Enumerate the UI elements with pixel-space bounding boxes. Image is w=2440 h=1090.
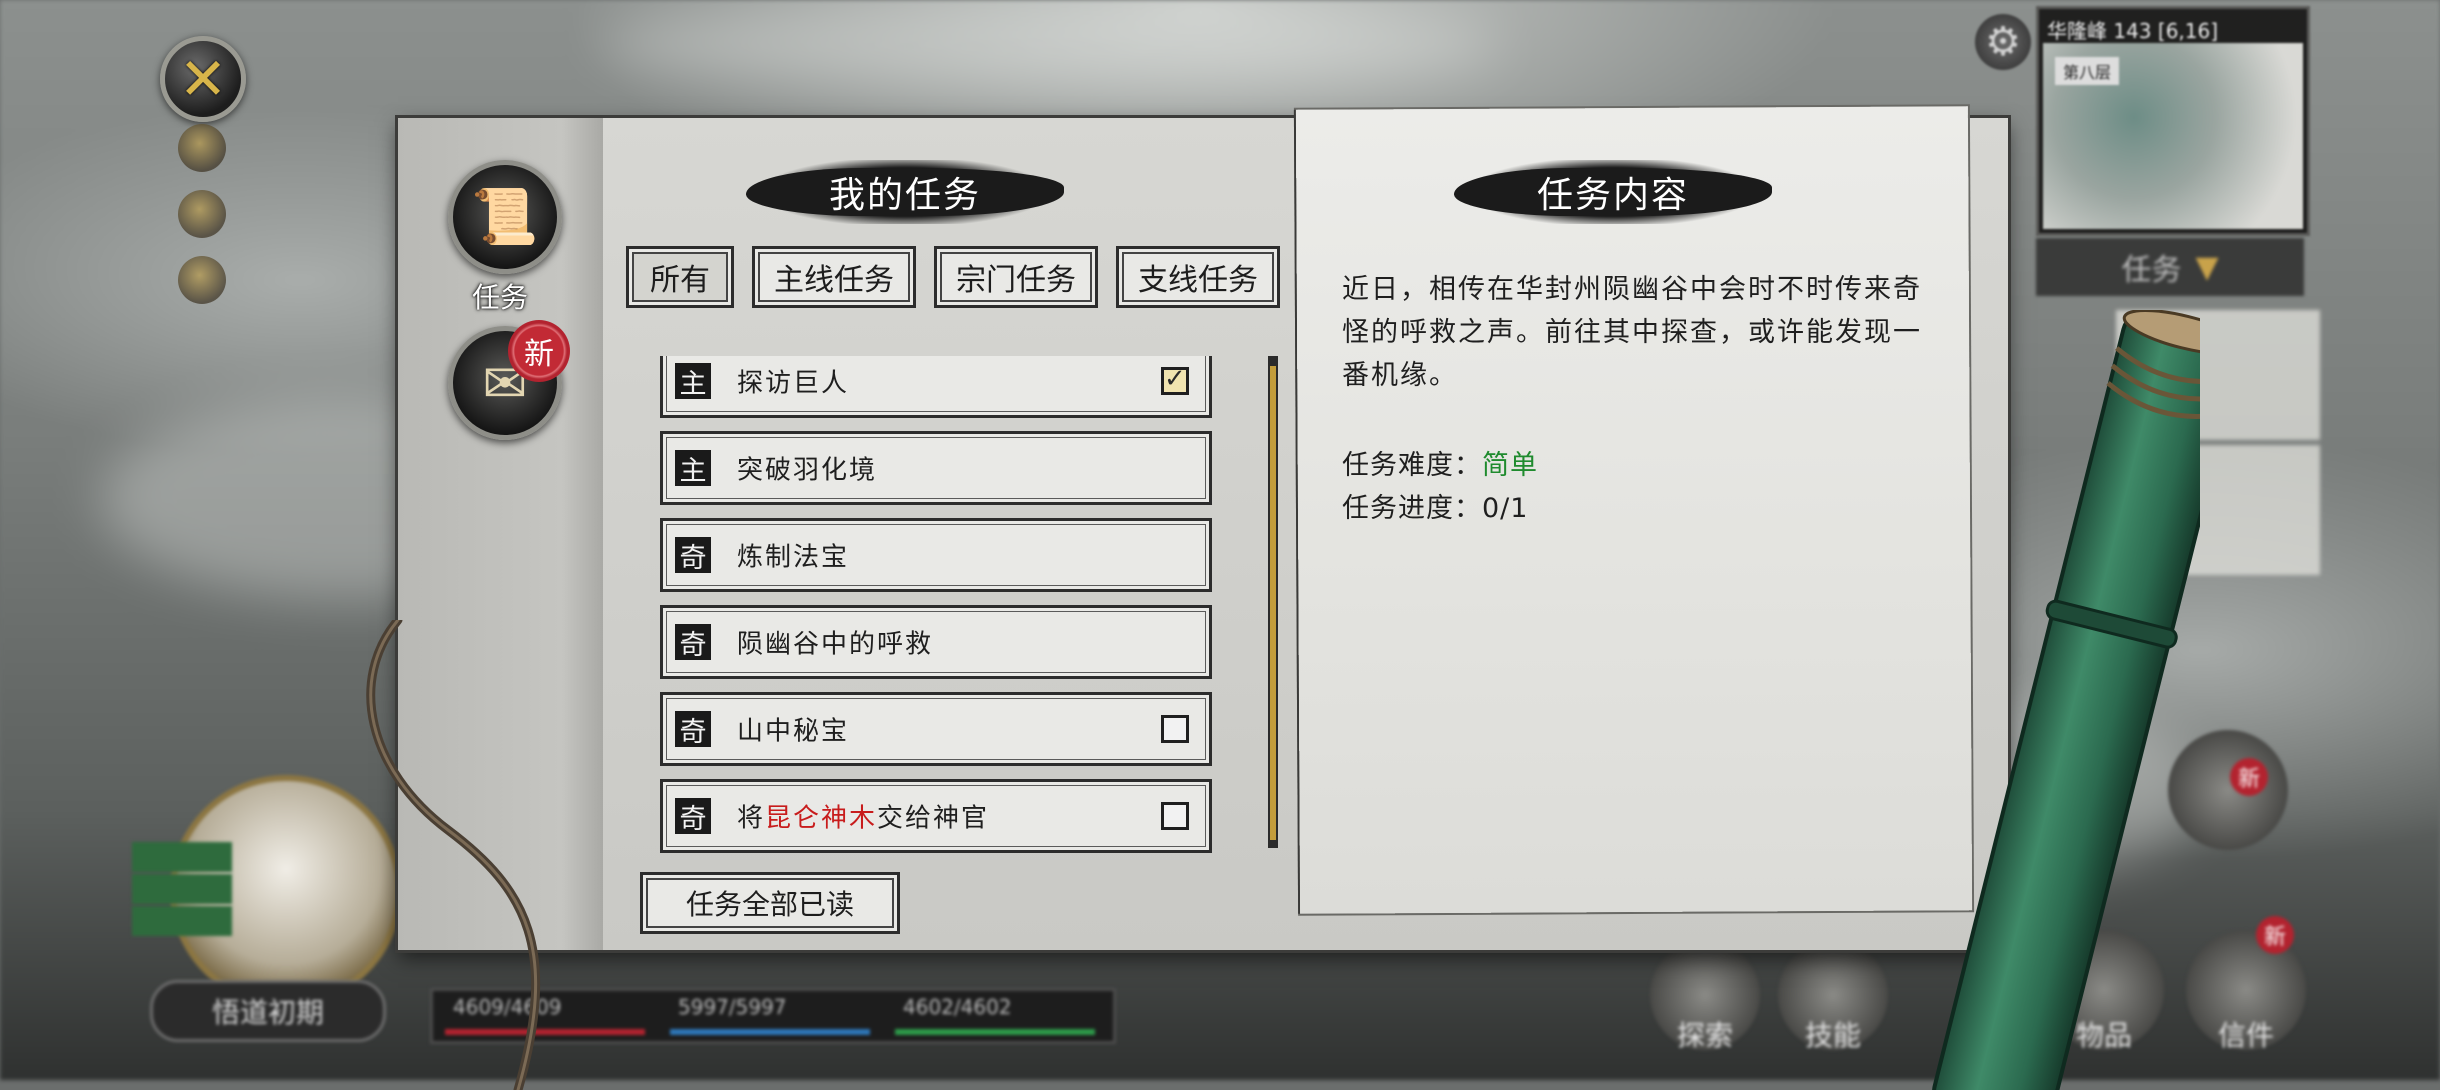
mp-bar xyxy=(670,1029,870,1035)
minimap-location: 华隆峰 143 [6,16] xyxy=(2047,19,2219,43)
explore-button-label: 探索 xyxy=(1676,1019,1733,1052)
progress-value: 0/1 xyxy=(1482,493,1529,524)
quest-detail-title-text: 任务内容 xyxy=(1536,175,1689,216)
quest-type-badge: 奇 xyxy=(675,711,711,748)
quest-list[interactable]: 主 探访巨人 主 突破羽化境 奇 炼制法宝 奇 陨幽谷中的呼救 奇 山中秘宝 奇… xyxy=(660,356,1212,856)
difficulty-label: 任务难度： xyxy=(1342,450,1482,481)
quest-track-checkbox[interactable] xyxy=(1161,715,1189,743)
difficulty-value: 简单 xyxy=(1482,450,1538,481)
nav-task-label: 任务 xyxy=(471,281,528,314)
tab-side-quests[interactable]: 支线任务 xyxy=(1116,246,1280,308)
close-button[interactable]: ✕ xyxy=(160,36,246,122)
quest-type-badge: 主 xyxy=(675,450,711,487)
quest-list-scroll-thumb[interactable] xyxy=(1270,366,1276,840)
hp-bar xyxy=(445,1029,645,1035)
hud-quest-card[interactable] xyxy=(2116,310,2320,440)
tab-sect-quests[interactable]: 宗门任务 xyxy=(934,246,1098,308)
new-badge: 新 xyxy=(2256,916,2294,954)
quest-name: 山中秘宝 xyxy=(737,716,850,747)
side-orb-icon xyxy=(178,124,226,172)
my-tasks-title-text: 我的任务 xyxy=(828,175,981,216)
mark-all-read-button[interactable]: 任务全部已读 xyxy=(640,872,900,934)
hud-orb-button[interactable] xyxy=(2168,730,2288,850)
quest-row[interactable]: 奇 陨幽谷中的呼救 xyxy=(660,605,1212,679)
status-bars: 4609/4609 5997/5997 4602/4602 xyxy=(430,988,1116,1044)
realm-button[interactable]: 悟道初期 xyxy=(150,980,386,1042)
minimap-floor-tag: 第八层 xyxy=(2055,57,2120,85)
side-orb-icon xyxy=(178,256,226,304)
nav-task-button[interactable]: 📜 xyxy=(448,160,562,274)
quest-row[interactable]: 主 探访巨人 xyxy=(660,356,1212,418)
stamina-bar xyxy=(895,1029,1095,1035)
quest-progress: 任务进度：0/1 xyxy=(1342,486,1528,525)
quest-row[interactable]: 主 突破羽化境 xyxy=(660,431,1212,505)
settings-gear-icon[interactable]: ⚙ xyxy=(1975,14,2031,70)
quest-type-badge: 奇 xyxy=(675,798,711,835)
new-badge: 新 xyxy=(2230,758,2268,796)
quest-name: 突破羽化境 xyxy=(737,455,878,486)
realm-label: 悟道初期 xyxy=(211,996,324,1029)
items-button-label: 物品 xyxy=(2075,1019,2132,1052)
quest-name: 探访巨人 xyxy=(737,368,850,399)
skill-button[interactable]: 技能 xyxy=(1778,940,1888,1052)
buff-tag xyxy=(132,874,232,904)
quest-name: 炼制法宝 xyxy=(737,542,850,573)
quest-type-badge: 主 xyxy=(675,363,711,400)
quest-name: 陨幽谷中的呼救 xyxy=(737,629,934,660)
close-icon: ✕ xyxy=(178,45,228,113)
hud-task-dropdown[interactable]: 任务 ▼ xyxy=(2036,238,2304,296)
items-button[interactable]: 物品 xyxy=(2044,930,2164,1052)
explore-button[interactable]: 探索 xyxy=(1650,940,1760,1052)
minimap[interactable]: 华隆峰 143 [6,16] 第八层 xyxy=(2036,6,2310,236)
tab-main-quests[interactable]: 主线任务 xyxy=(752,246,916,308)
quest-track-checkbox[interactable] xyxy=(1161,802,1189,830)
new-badge: 新 xyxy=(508,320,570,382)
quest-type-badge: 奇 xyxy=(675,624,711,661)
quest-track-checkbox[interactable] xyxy=(1161,364,1189,395)
hud-quest-card[interactable] xyxy=(2116,445,2320,575)
quest-row[interactable]: 奇 炼制法宝 xyxy=(660,518,1212,592)
buff-tag xyxy=(132,842,232,872)
quest-item-highlight: 昆仑神木 xyxy=(765,803,878,834)
mp-value: 5997/5997 xyxy=(678,995,787,1019)
side-orb-icon xyxy=(178,190,226,238)
my-tasks-title: 我的任务 xyxy=(746,160,1064,224)
quest-type-badge: 奇 xyxy=(675,537,711,574)
tab-all[interactable]: 所有 xyxy=(626,246,734,308)
quest-description: 近日，相传在华封州陨幽谷中会时不时传来奇怪的呼救之声。前往其中探查，或许能发现一… xyxy=(1342,274,1922,391)
hud-task-dropdown-label: 任务 xyxy=(2121,253,2182,288)
progress-label: 任务进度： xyxy=(1342,493,1482,524)
buff-tag xyxy=(132,906,232,936)
mail-button-label: 信件 xyxy=(2217,1019,2274,1052)
quest-name: 将昆仑神木交给神官 xyxy=(737,803,990,834)
quest-difficulty: 任务难度：简单 xyxy=(1342,443,1538,482)
hp-value: 4609/4609 xyxy=(453,995,562,1019)
quest-row[interactable]: 奇 将昆仑神木交给神官 xyxy=(660,779,1212,853)
skill-button-label: 技能 xyxy=(1804,1019,1861,1052)
quest-detail-title: 任务内容 xyxy=(1454,160,1772,224)
stamina-value: 4602/4602 xyxy=(903,995,1012,1019)
triangle-down-icon: ▼ xyxy=(2195,249,2219,285)
scroll-icon: 📜 xyxy=(471,185,539,248)
quest-row[interactable]: 奇 山中秘宝 xyxy=(660,692,1212,766)
